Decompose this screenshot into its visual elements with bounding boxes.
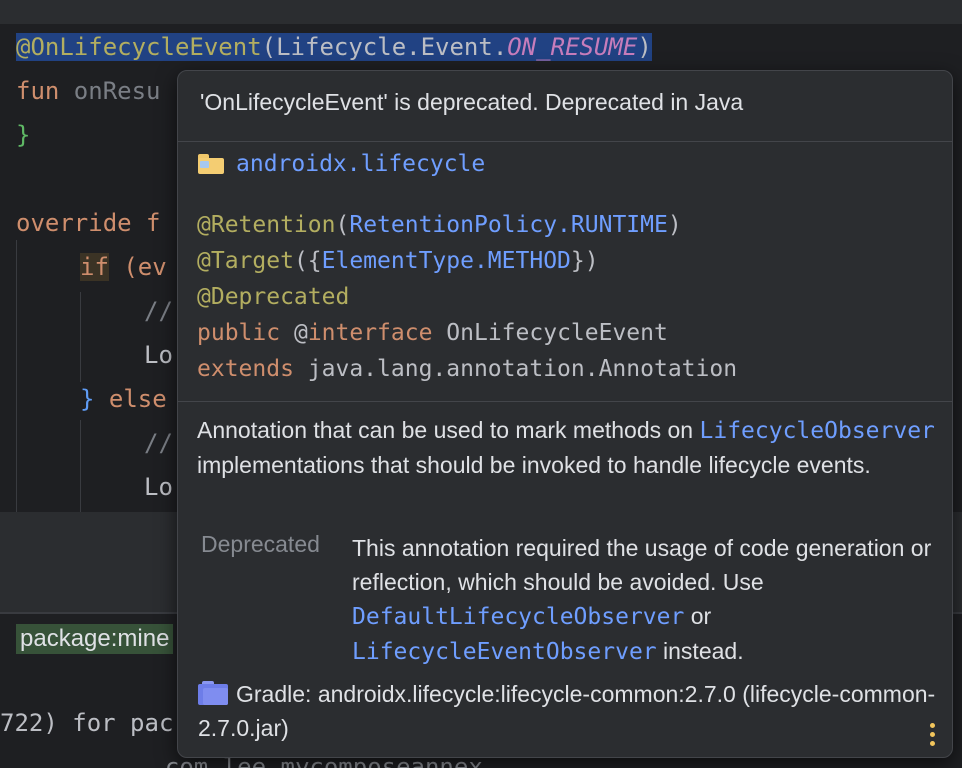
code-line-annotation[interactable]: @OnLifecycleEvent(Lifecycle.Event.ON_RES… <box>16 32 652 62</box>
signature-declaration: public @interface OnLifecycleEvent <box>197 320 668 346</box>
code-line-log[interactable]: Lo <box>144 340 173 370</box>
gradle-library-info: Gradle: androidx.lifecycle:lifecycle-com… <box>198 681 936 741</box>
element-type-link[interactable]: ElementType.METHOD <box>322 248 571 274</box>
code-line-log-2[interactable]: Lo <box>144 472 173 502</box>
signature-extends: extends java.lang.annotation.Annotation <box>197 356 738 382</box>
popup-divider <box>178 401 952 402</box>
library-icon <box>198 681 230 705</box>
documentation-popup[interactable]: 'OnLifecycleEvent' is deprecated. Deprec… <box>177 70 953 758</box>
default-lifecycle-observer-link[interactable]: DefaultLifecycleObserver <box>352 604 684 630</box>
deprecated-label: Deprecated <box>201 531 320 557</box>
package-folder-icon <box>198 154 224 174</box>
package-filter-input[interactable]: package:mine <box>16 624 174 654</box>
code-line-if[interactable]: if (ev <box>80 252 167 282</box>
popup-divider <box>178 141 952 142</box>
code-line-comment-2[interactable]: // <box>144 428 173 458</box>
deprecated-description: This annotation required the usage of co… <box>352 535 932 665</box>
editor-top-bar <box>0 0 962 24</box>
indent-guide <box>16 240 17 512</box>
deprecation-title: 'OnLifecycleEvent' is deprecated. Deprec… <box>200 89 744 115</box>
signature-target: @Target({ElementType.METHOD}) <box>197 248 599 274</box>
code-line-comment[interactable]: // <box>144 296 173 326</box>
signature-deprecated: @Deprecated <box>197 284 350 310</box>
package-name-link[interactable]: androidx.lifecycle <box>236 151 485 177</box>
more-options-icon[interactable] <box>930 723 936 747</box>
code-line-override[interactable]: override f <box>16 208 161 238</box>
indent-guide <box>80 420 81 512</box>
annotation-description: Annotation that can be used to mark meth… <box>197 417 935 478</box>
retention-policy-link[interactable]: RetentionPolicy.RUNTIME <box>349 212 668 238</box>
lifecycle-observer-link[interactable]: LifecycleObserver <box>700 418 935 444</box>
code-line-else[interactable]: } else <box>80 384 167 414</box>
code-line-fun[interactable]: fun onResu <box>16 76 161 106</box>
indent-guide <box>80 292 81 382</box>
annotation-token: @OnLifecycleEvent <box>16 33 262 61</box>
package-row: androidx.lifecycle <box>198 151 485 177</box>
log-line: 722) for pac <box>0 709 174 737</box>
signature-retention: @Retention(RetentionPolicy.RUNTIME) <box>197 212 682 238</box>
lifecycle-event-observer-link[interactable]: LifecycleEventObserver <box>352 639 657 665</box>
code-line-brace[interactable]: } <box>16 120 30 150</box>
